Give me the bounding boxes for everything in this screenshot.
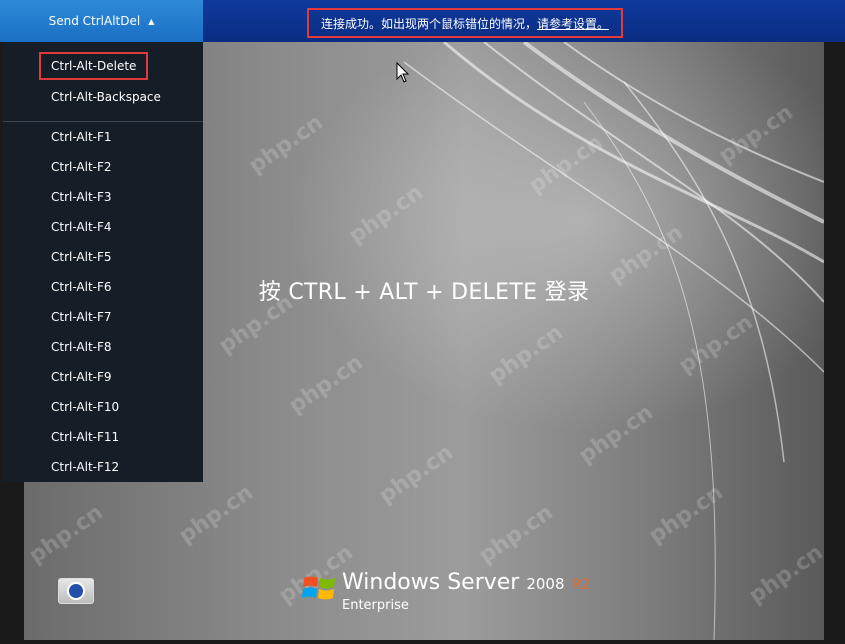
menu-item-ctrl-alt-f6[interactable]: Ctrl-Alt-F6 — [51, 280, 112, 294]
vnc-toolbar: Send CtrlAltDel ▲ 连接成功。如出现两个鼠标错位的情况， 请参考… — [0, 0, 845, 42]
menu-item-ctrl-alt-f8[interactable]: Ctrl-Alt-F8 — [51, 340, 112, 354]
ease-of-access-icon — [67, 582, 85, 600]
menu-item-ctrl-alt-f5[interactable]: Ctrl-Alt-F5 — [51, 250, 112, 264]
mouse-cursor-icon — [396, 62, 410, 83]
menu-item-ctrl-alt-f10[interactable]: Ctrl-Alt-F10 — [51, 400, 119, 414]
logo-brand: Windows Server 2008 R2 — [342, 570, 590, 595]
menu-item-ctrl-alt-f7[interactable]: Ctrl-Alt-F7 — [51, 310, 112, 324]
menu-item-ctrl-alt-f9[interactable]: Ctrl-Alt-F9 — [51, 370, 112, 384]
menu-item-ctrl-alt-f2[interactable]: Ctrl-Alt-F2 — [51, 160, 112, 174]
logo-version: 2008 — [526, 575, 565, 593]
menu-item-ctrl-alt-f3[interactable]: Ctrl-Alt-F3 — [51, 190, 112, 204]
logo-release: R2 — [571, 577, 591, 593]
menu-item-ctrl-alt-f1[interactable]: Ctrl-Alt-F1 — [51, 130, 112, 144]
logo-edition: Enterprise — [342, 598, 409, 613]
caret-up-icon: ▲ — [148, 16, 155, 26]
ctrlaltdel-dropdown: Ctrl-Alt-Delete Ctrl-Alt-Backspace Ctrl-… — [3, 42, 203, 482]
windows-server-logo: Windows Server 2008 R2 Enterprise — [302, 568, 590, 618]
menu-item-ctrl-alt-delete[interactable]: Ctrl-Alt-Delete — [39, 52, 149, 80]
menu-item-ctrl-alt-f4[interactable]: Ctrl-Alt-F4 — [51, 220, 112, 234]
menu-item-ctrl-alt-f12[interactable]: Ctrl-Alt-F12 — [51, 460, 119, 474]
send-ctrlaltdel-button[interactable]: Send CtrlAltDel ▲ — [0, 0, 203, 42]
menu-item-ctrl-alt-f11[interactable]: Ctrl-Alt-F11 — [51, 430, 119, 444]
ease-of-access-button[interactable] — [58, 578, 94, 604]
settings-link[interactable]: 请参考设置。 — [537, 15, 609, 32]
logo-brand-name: Windows Server — [342, 570, 520, 595]
menu-item-ctrl-alt-backspace[interactable]: Ctrl-Alt-Backspace — [51, 90, 161, 104]
status-text: 连接成功。如出现两个鼠标错位的情况， — [320, 16, 537, 31]
windows-flag-icon — [302, 576, 335, 600]
send-ctrlaltdel-label: Send CtrlAltDel — [48, 14, 141, 28]
menu-divider — [3, 121, 203, 122]
connection-status: 连接成功。如出现两个鼠标错位的情况， 请参考设置。 — [307, 8, 623, 38]
